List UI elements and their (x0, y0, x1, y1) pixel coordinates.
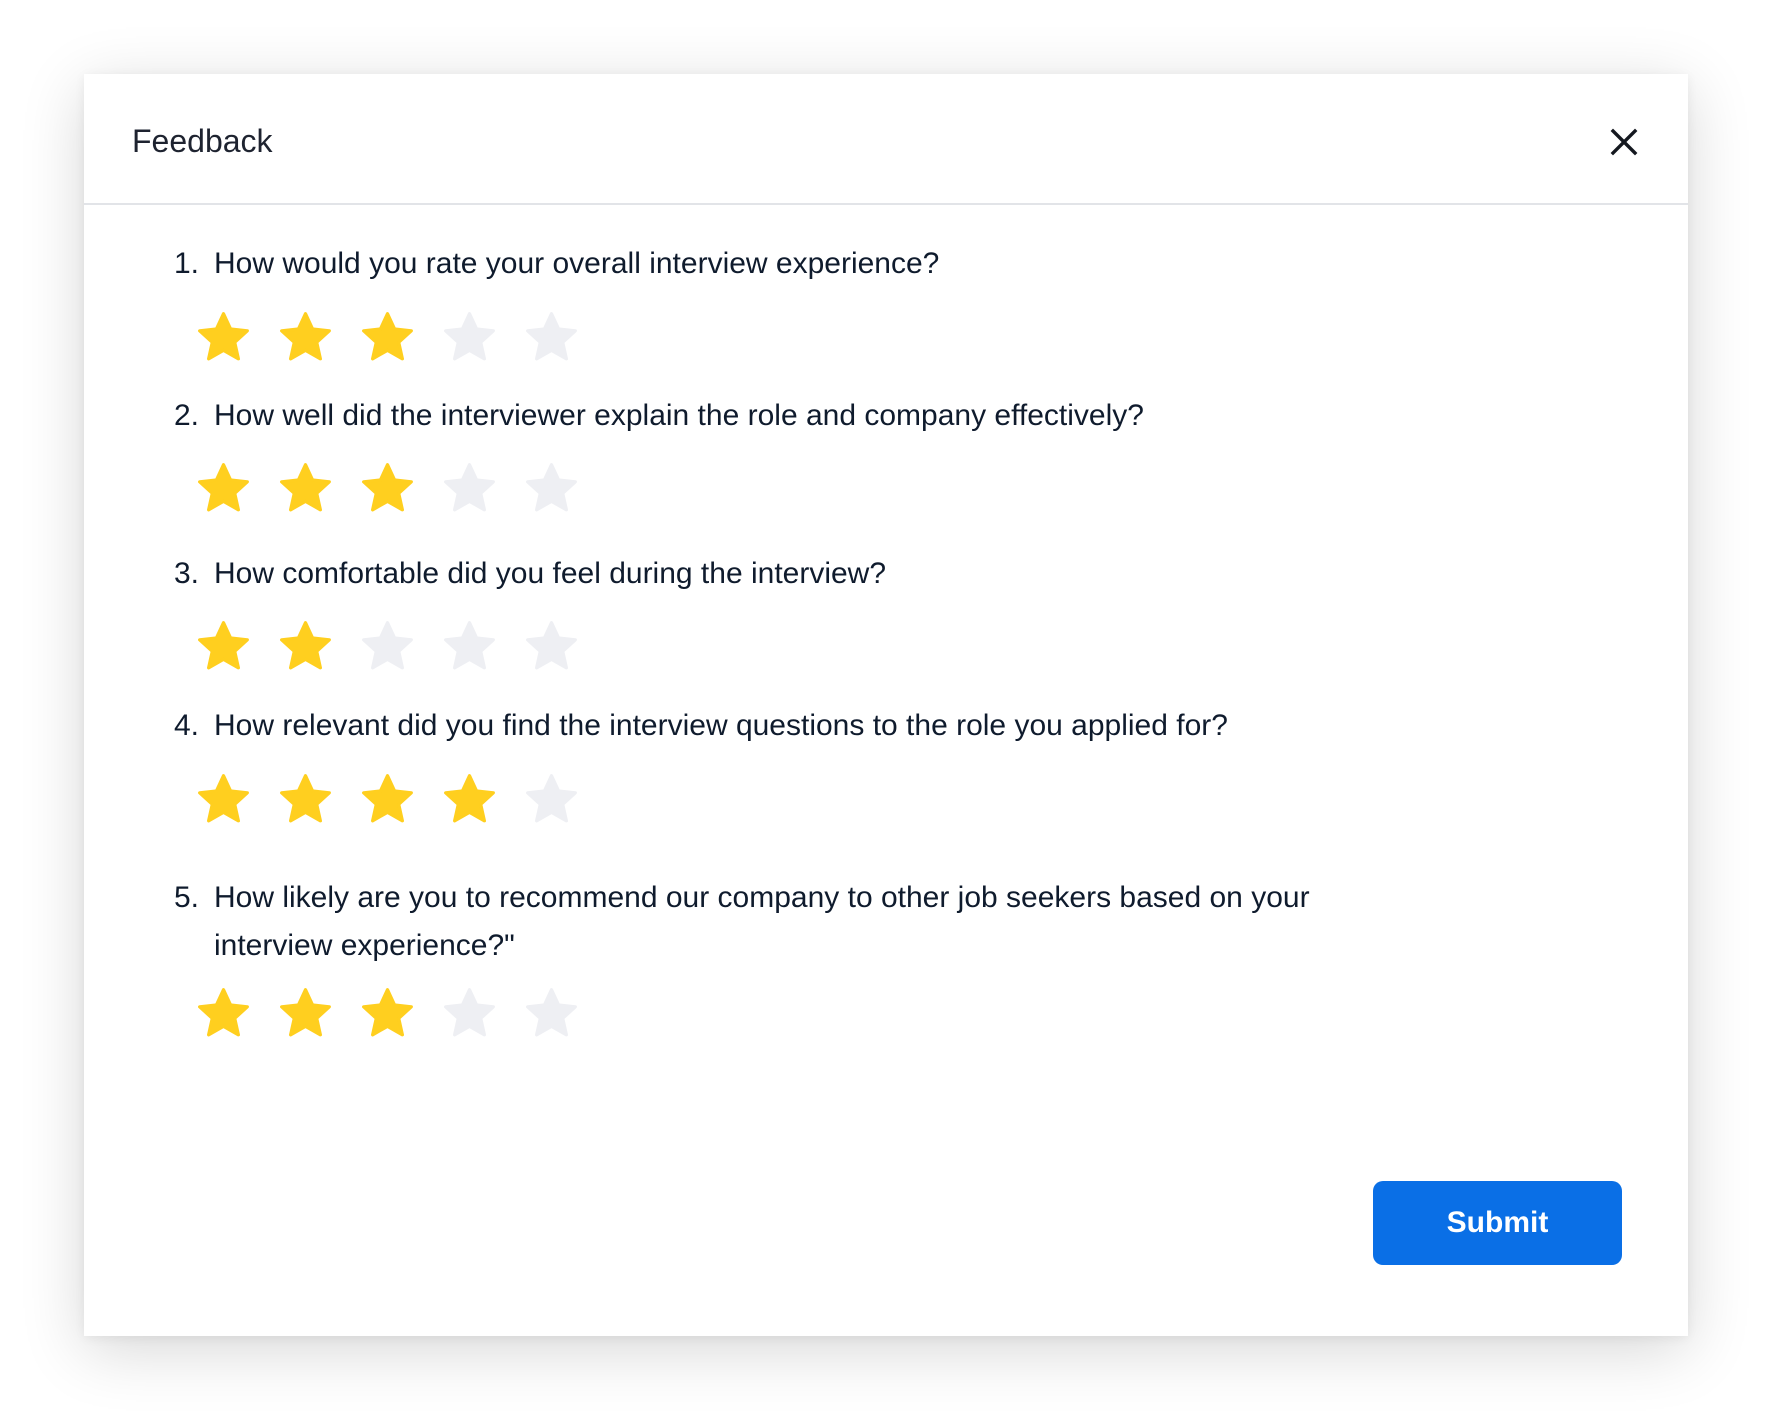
star-filled-icon[interactable] (196, 619, 251, 674)
star-filled-icon[interactable] (360, 310, 415, 365)
question-number: 3. (174, 557, 200, 590)
question-text: How well did the interviewer explain the… (214, 399, 1144, 432)
question-number: 2. (174, 399, 200, 432)
star-rating (196, 461, 579, 516)
star-filled-icon[interactable] (442, 772, 497, 827)
star-filled-icon[interactable] (196, 772, 251, 827)
star-filled-icon[interactable] (360, 772, 415, 827)
star-filled-icon[interactable] (278, 772, 333, 827)
star-rating (196, 986, 579, 1041)
question-number: 4. (174, 709, 200, 742)
star-filled-icon[interactable] (278, 310, 333, 365)
star-empty-icon[interactable] (442, 986, 497, 1041)
question-2: 2. How well did the interviewer explain … (174, 392, 1424, 440)
question-2-text-row: 2. How well did the interviewer explain … (174, 392, 1424, 440)
star-filled-icon[interactable] (196, 461, 251, 516)
modal-header: Feedback (84, 74, 1688, 205)
close-button[interactable] (1601, 119, 1647, 165)
star-filled-icon[interactable] (360, 461, 415, 516)
question-number: 1. (174, 247, 200, 280)
question-3-text-row: 3. How comfortable did you feel during t… (174, 550, 1424, 598)
star-filled-icon[interactable] (196, 986, 251, 1041)
question-5-text-row: 5. How likely are you to recommend our c… (174, 874, 1424, 970)
feedback-modal: Feedback 1. How would you rate your over… (84, 74, 1688, 1336)
star-empty-icon[interactable] (524, 461, 579, 516)
question-1-text-row: 1. How would you rate your overall inter… (174, 240, 1424, 288)
star-rating (196, 619, 579, 674)
question-1: 1. How would you rate your overall inter… (174, 240, 1424, 288)
question-3: 3. How comfortable did you feel during t… (174, 550, 1424, 598)
star-filled-icon[interactable] (278, 986, 333, 1041)
star-empty-icon[interactable] (524, 986, 579, 1041)
star-empty-icon[interactable] (442, 461, 497, 516)
star-filled-icon[interactable] (278, 461, 333, 516)
star-filled-icon[interactable] (360, 986, 415, 1041)
star-rating (196, 772, 579, 827)
star-empty-icon[interactable] (442, 619, 497, 674)
question-4-text-row: 4. How relevant did you find the intervi… (174, 702, 1424, 750)
question-text: How comfortable did you feel during the … (214, 557, 887, 590)
question-number: 5. (174, 881, 200, 914)
question-text: How relevant did you find the interview … (214, 709, 1228, 742)
star-filled-icon[interactable] (278, 619, 333, 674)
submit-button[interactable]: Submit (1373, 1181, 1622, 1265)
close-icon (1610, 128, 1638, 156)
star-empty-icon[interactable] (524, 619, 579, 674)
star-empty-icon[interactable] (442, 310, 497, 365)
star-rating (196, 310, 579, 365)
question-5: 5. How likely are you to recommend our c… (174, 874, 1424, 970)
star-empty-icon[interactable] (524, 772, 579, 827)
star-filled-icon[interactable] (196, 310, 251, 365)
star-empty-icon[interactable] (524, 310, 579, 365)
question-text: How would you rate your overall intervie… (214, 247, 940, 280)
question-4: 4. How relevant did you find the intervi… (174, 702, 1424, 750)
modal-title: Feedback (132, 123, 273, 159)
question-text: How likely are you to recommend our comp… (214, 881, 1310, 962)
star-empty-icon[interactable] (360, 619, 415, 674)
